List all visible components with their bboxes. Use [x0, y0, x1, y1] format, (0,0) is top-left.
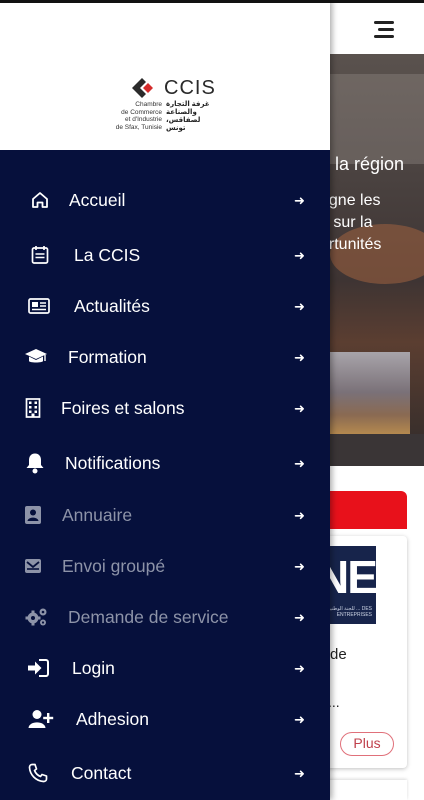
- sign-in-icon: [27, 657, 49, 679]
- menu-item-accueil[interactable]: Accueil ➜: [0, 178, 330, 224]
- phone-icon: [27, 762, 49, 784]
- ccis-logo-mark-icon: [132, 76, 162, 98]
- menu-item-login[interactable]: Login ➜: [0, 646, 330, 692]
- bell-icon: [24, 452, 46, 474]
- menu-item-label: Login: [72, 658, 115, 678]
- arrow-right-icon: ➜: [294, 559, 305, 574]
- user-plus-icon: [28, 708, 54, 730]
- menu-item-formation[interactable]: Formation ➜: [0, 335, 330, 381]
- menu-item-actualites[interactable]: Actualités ➜: [0, 284, 330, 330]
- arrow-right-icon: ➜: [294, 248, 305, 263]
- home-icon: [29, 189, 51, 211]
- menu-item-label: Contact: [71, 763, 132, 783]
- hero-title: e la région: [320, 154, 405, 174]
- menu-item-demande-de-service[interactable]: Demande de service ➜: [0, 595, 330, 641]
- arrow-right-icon: ➜: [294, 299, 305, 314]
- menu-item-label: Formation: [68, 347, 147, 367]
- hamburger-icon[interactable]: [372, 21, 394, 39]
- menu-item-adhesion[interactable]: Adhesion ➜: [0, 697, 330, 743]
- arrow-right-icon: ➜: [294, 610, 305, 625]
- menu-item-annuaire[interactable]: Annuaire ➜: [0, 493, 330, 539]
- card-text: de: [330, 646, 347, 663]
- graduation-cap-icon: [24, 346, 48, 368]
- calendar-icon: [29, 244, 51, 266]
- building-icon: [22, 397, 44, 419]
- menu-item-label: Actualités: [74, 296, 150, 316]
- menu-item-label: Accueil: [69, 190, 126, 210]
- arrow-right-icon: ➜: [294, 766, 305, 781]
- arrow-right-icon: ➜: [294, 350, 305, 365]
- hero-thumbnail-image[interactable]: [316, 352, 410, 442]
- menu-item-label: Foires et salons: [61, 398, 185, 418]
- drawer-header: CCIS Chambre de Commerce et d'Industrie …: [0, 0, 330, 150]
- menu-item-la-ccis[interactable]: La CCIS ➜: [0, 233, 330, 279]
- menu-item-foires-et-salons[interactable]: Foires et salons ➜: [0, 386, 330, 432]
- arrow-right-icon: ➜: [294, 508, 305, 523]
- arrow-right-icon: ➜: [294, 456, 305, 471]
- menu-item-label: La CCIS: [74, 245, 141, 265]
- brand-name: CCIS: [164, 77, 216, 99]
- menu-item-label: Adhesion: [76, 709, 149, 729]
- arrow-right-icon: ➜: [294, 712, 305, 727]
- ccis-logo: CCIS Chambre de Commerce et d'Industrie …: [112, 73, 220, 137]
- arrow-right-icon: ➜: [294, 193, 305, 208]
- menu-item-label: Notifications: [65, 453, 161, 473]
- brand-french-text: Chambre de Commerce et d'Industrie de Sf…: [115, 101, 162, 131]
- envelope-icon: [22, 555, 44, 577]
- menu-item-envoi-groupe[interactable]: Envoi groupé ➜: [0, 544, 330, 590]
- brand-arabic-text: غرفة التجارة والصناعة لصفاقس، تونس: [166, 101, 210, 132]
- arrow-right-icon: ➜: [294, 401, 305, 416]
- menu-item-label: Demande de service: [68, 607, 229, 627]
- menu-item-label: Envoi groupé: [62, 556, 166, 576]
- arrow-right-icon: ➜: [294, 661, 305, 676]
- menu-item-label: Annuaire: [62, 505, 133, 525]
- gears-icon: [24, 606, 50, 628]
- plus-button[interactable]: Plus: [340, 732, 394, 756]
- address-book-icon: [22, 504, 44, 526]
- newspaper-icon: [28, 295, 50, 317]
- menu-item-notifications[interactable]: Notifications ➜: [0, 441, 330, 487]
- navigation-drawer: CCIS Chambre de Commerce et d'Industrie …: [0, 0, 330, 800]
- menu-item-contact[interactable]: Contact ➜: [0, 751, 330, 797]
- hero-caption-strip: [316, 434, 424, 466]
